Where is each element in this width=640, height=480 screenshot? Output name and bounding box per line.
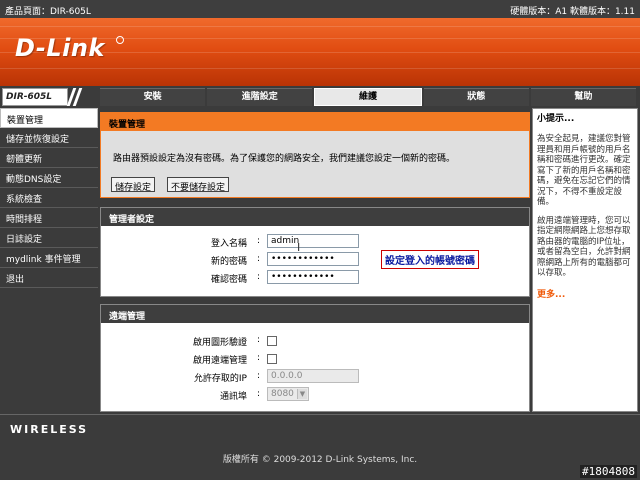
colon: : [257, 371, 261, 381]
section-title: 管理者設定 [101, 208, 529, 226]
sidebar-item-system-check[interactable]: 系統檢查 [0, 188, 98, 208]
port-select[interactable]: 8080 ▼ [267, 387, 309, 401]
device-admin-section: 裝置管理 路由器預設設定為沒有密碼。為了保護您的網路安全，我們建議您設定一個新的… [100, 112, 530, 198]
main-nav: DIR-605L 安裝 進階設定 維護 狀態 幫助 [0, 86, 640, 108]
colon: : [257, 353, 261, 363]
sidebar-item-mydlink-events[interactable]: mydlink 事件管理 [0, 248, 98, 268]
nav-tabs: 安裝 進階設定 維護 狀態 幫助 [100, 88, 638, 106]
port-value: 8080 [271, 389, 294, 399]
hints-panel: 小提示... 為安全起見，建議您對管理員和用戶帳號的用戶名稱和密碼進行更改。確定… [532, 108, 638, 412]
new-password-label: 新的密碼 [210, 257, 247, 267]
confirm-password-input[interactable]: •••••••••••• [267, 270, 359, 284]
confirm-password-label: 確認密碼 [210, 275, 247, 285]
version-label: 硬體版本：A1 軟體版本：1.11 [510, 7, 635, 17]
remote-mgmt-label: 啟用遠端管理 [192, 356, 247, 366]
colon: : [257, 254, 261, 264]
sidebar-item-device-admin[interactable]: 裝置管理 [0, 108, 98, 128]
main-content: 裝置管理 路由器預設設定為沒有密碼。為了保護您的網路安全，我們建議您設定一個新的… [100, 110, 530, 414]
section-title: 裝置管理 [101, 113, 529, 131]
sidebar: 裝置管理 儲存並恢復設定 韌體更新 動態DNS設定 系統檢查 時間排程 日誌設定… [0, 108, 98, 412]
copyright-bar: 版權所有 © 2009-2012 D-Link Systems, Inc. #1… [0, 442, 640, 480]
more-link[interactable]: 更多... [537, 287, 633, 300]
graphic-auth-checkbox[interactable] [267, 336, 277, 346]
graphic-auth-label: 啟用圖形驗證 [192, 338, 247, 348]
username-input[interactable]: admin [267, 234, 359, 248]
intro-text: 路由器預設設定為沒有密碼。為了保護您的網路安全，我們建議您設定一個新的密碼。 [113, 154, 456, 164]
sidebar-item-firmware[interactable]: 韌體更新 [0, 148, 98, 168]
annotation-callout: 設定登入的帳號密碼 [381, 250, 479, 269]
dlink-logo: D-Link [15, 34, 105, 62]
copyright-text: 版權所有 © 2009-2012 D-Link Systems, Inc. [222, 455, 418, 465]
port-label: 通訊埠 [219, 392, 247, 402]
hint-paragraph: 為安全起見，建議您對管理員和用戶帳號的用戶名稱和密碼進行更改。確定寫下了新的用戶… [537, 134, 631, 207]
wireless-logo: WIRELESS [10, 423, 89, 436]
colon: : [257, 272, 261, 282]
section-title: 遠端管理 [101, 305, 529, 323]
tab-maintenance[interactable]: 維護 [314, 88, 422, 106]
save-settings-button[interactable]: 儲存設定 [111, 177, 156, 193]
tab-help[interactable]: 幫助 [530, 88, 637, 106]
watermark: #1804808 [580, 465, 637, 478]
product-page-label: 產品頁面：DIR-605L [5, 7, 91, 17]
tab-advanced[interactable]: 進階設定 [207, 88, 313, 106]
chevron-down-icon: ▼ [297, 389, 307, 399]
model-label: DIR-605L [2, 88, 68, 106]
sidebar-item-log-settings[interactable]: 日誌設定 [0, 228, 98, 248]
new-password-input[interactable]: •••••••••••• [267, 252, 359, 266]
sidebar-item-ddns[interactable]: 動態DNS設定 [0, 168, 98, 188]
colon: : [257, 389, 261, 399]
tab-setup[interactable]: 安裝 [100, 88, 206, 106]
logo-trademark-icon [116, 36, 124, 44]
colon: : [257, 236, 261, 246]
sidebar-item-logout[interactable]: 退出 [0, 268, 98, 288]
username-label: 登入名稱 [210, 239, 247, 249]
hint-paragraph: 啟用遠端管理時，您可以指定網際網路上您想存取路由器的電腦的IP位址，或者留為空白… [537, 215, 631, 279]
colon: : [257, 335, 261, 345]
tab-status[interactable]: 狀態 [423, 88, 529, 106]
remote-mgmt-checkbox[interactable] [267, 354, 277, 364]
allowed-ip-label: 允許存取的IP [193, 374, 247, 384]
top-info-bar: 產品頁面：DIR-605L 硬體版本：A1 軟體版本：1.11 [0, 0, 640, 18]
sidebar-item-schedules[interactable]: 時間排程 [0, 208, 98, 228]
sidebar-item-save-restore[interactable]: 儲存並恢復設定 [0, 128, 98, 148]
hints-title: 小提示... [537, 114, 575, 124]
allowed-ip-input[interactable]: 0.0.0.0 [267, 369, 359, 383]
footer-strip: WIRELESS [0, 414, 640, 442]
admin-settings-section: 管理者設定 登入名稱 : admin I 新的密碼 : ••••••••••••… [100, 207, 530, 297]
brand-banner: D-Link [0, 18, 640, 86]
dont-save-button[interactable]: 不要儲存設定 [167, 177, 230, 193]
remote-management-section: 遠端管理 啟用圖形驗證 : 啟用遠端管理 : 允許存取的IP : 0.0.0.0… [100, 304, 530, 412]
